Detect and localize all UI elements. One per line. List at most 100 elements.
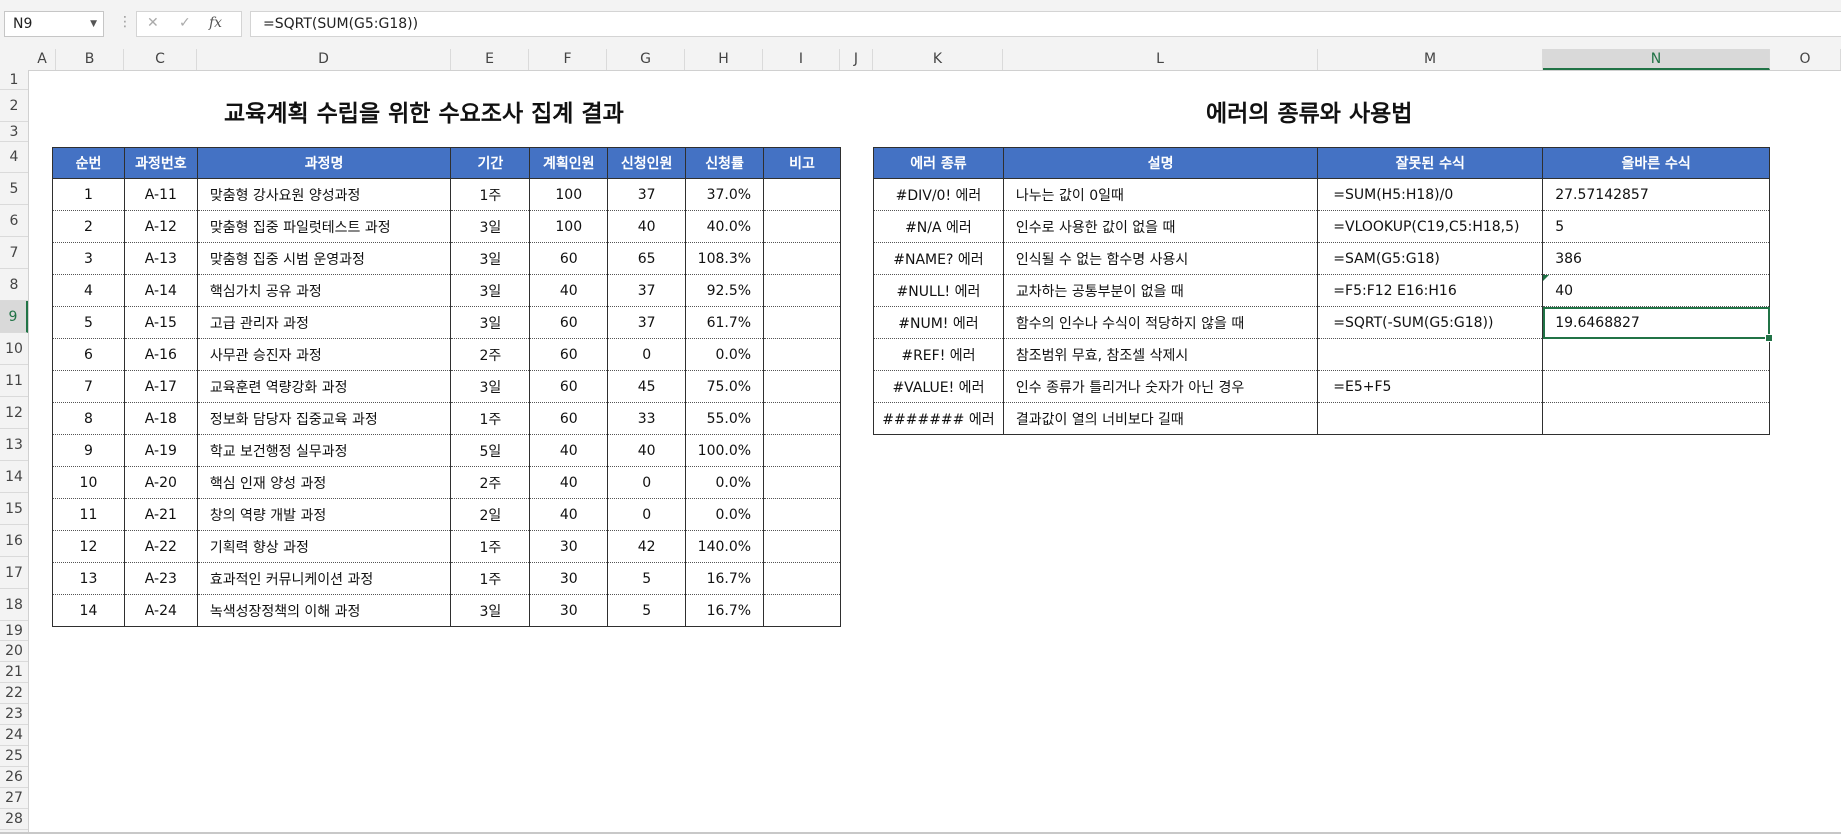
column-header-m[interactable]: M xyxy=(1318,49,1543,70)
column-header-b[interactable]: B xyxy=(56,49,124,70)
row-header-13[interactable]: 13 xyxy=(0,429,28,461)
table-cell[interactable]: =VLOOKUP(C19,C5:H18,5) xyxy=(1317,210,1544,243)
left-header-cell[interactable]: 과정번호 xyxy=(123,147,198,179)
column-header-i[interactable]: I xyxy=(763,49,840,70)
table-cell[interactable] xyxy=(1542,338,1770,371)
formula-input[interactable]: =SQRT(SUM(G5:G18)) xyxy=(250,11,1841,37)
table-cell[interactable]: 함수의 인수나 수식이 적당하지 않을 때 xyxy=(1002,306,1319,339)
table-cell[interactable] xyxy=(763,306,841,339)
table-cell[interactable]: 40 xyxy=(529,434,609,467)
active-cell[interactable]: 19.6468827 xyxy=(1542,306,1773,342)
column-header-a[interactable]: A xyxy=(29,49,56,70)
column-header-d[interactable]: D xyxy=(197,49,451,70)
column-header-g[interactable]: G xyxy=(607,49,685,70)
table-cell[interactable]: 12 xyxy=(52,530,125,563)
column-header-c[interactable]: C xyxy=(124,49,197,70)
row-header-18[interactable]: 18 xyxy=(0,589,28,621)
table-cell[interactable] xyxy=(763,210,841,243)
row-header-25[interactable]: 25 xyxy=(0,746,28,767)
table-cell[interactable]: 40 xyxy=(607,210,687,243)
table-cell[interactable]: A-14 xyxy=(123,274,198,307)
column-header-f[interactable]: F xyxy=(529,49,607,70)
table-cell[interactable]: 고급 관리자 과정 xyxy=(196,306,452,339)
table-cell[interactable]: 386 xyxy=(1542,242,1770,275)
row-header-17[interactable]: 17 xyxy=(0,557,28,589)
table-cell[interactable] xyxy=(763,434,841,467)
table-cell[interactable]: 2주 xyxy=(450,466,531,499)
table-cell[interactable]: 60 xyxy=(529,370,609,403)
table-cell[interactable]: #REF! 에러 xyxy=(873,338,1004,371)
column-header-j[interactable]: J xyxy=(840,49,873,70)
table-cell[interactable]: 16.7% xyxy=(685,562,765,595)
row-header-1[interactable]: 1 xyxy=(0,70,28,90)
table-cell[interactable]: 100 xyxy=(529,178,609,211)
table-cell[interactable]: 75.0% xyxy=(685,370,765,403)
table-cell[interactable]: 1주 xyxy=(450,402,531,435)
table-cell[interactable]: 4 xyxy=(52,274,125,307)
right-header-cell[interactable]: 올바른 수식 xyxy=(1542,147,1770,179)
row-header-24[interactable]: 24 xyxy=(0,725,28,746)
row-header-7[interactable]: 7 xyxy=(0,237,28,269)
table-cell[interactable]: 55.0% xyxy=(685,402,765,435)
table-cell[interactable]: 30 xyxy=(529,530,609,563)
table-cell[interactable]: A-11 xyxy=(123,178,198,211)
table-cell[interactable]: 65 xyxy=(607,242,687,275)
table-cell[interactable]: 사무관 승진자 과정 xyxy=(196,338,452,371)
left-header-cell[interactable]: 과정명 xyxy=(196,147,452,179)
more-options-icon[interactable]: ⋮ xyxy=(118,14,132,30)
row-header-20[interactable]: 20 xyxy=(0,641,28,662)
table-cell[interactable]: 0 xyxy=(607,466,687,499)
table-cell[interactable]: 30 xyxy=(529,562,609,595)
table-cell[interactable]: 42 xyxy=(607,530,687,563)
table-cell[interactable]: 40 xyxy=(529,466,609,499)
table-cell[interactable] xyxy=(1542,402,1770,435)
column-header-e[interactable]: E xyxy=(451,49,529,70)
table-cell[interactable]: 5 xyxy=(607,594,687,627)
table-cell[interactable]: 27.57142857 xyxy=(1542,178,1770,211)
table-cell[interactable]: 결과값이 열의 너비보다 길때 xyxy=(1002,402,1319,435)
table-cell[interactable]: 1 xyxy=(52,178,125,211)
table-cell[interactable]: =SUM(H5:H18)/0 xyxy=(1317,178,1544,211)
table-cell[interactable]: 2일 xyxy=(450,498,531,531)
fx-icon[interactable]: fx xyxy=(209,15,222,31)
table-cell[interactable]: 3일 xyxy=(450,242,531,275)
right-header-cell[interactable]: 설명 xyxy=(1002,147,1319,179)
table-cell[interactable]: 0.0% xyxy=(685,498,765,531)
table-cell[interactable]: #NUM! 에러 xyxy=(873,306,1004,339)
left-header-cell[interactable]: 신청인원 xyxy=(607,147,687,179)
table-cell[interactable] xyxy=(1317,402,1544,435)
table-cell[interactable]: 37 xyxy=(607,274,687,307)
table-cell[interactable]: 3일 xyxy=(450,370,531,403)
table-cell[interactable]: 92.5% xyxy=(685,274,765,307)
table-cell[interactable]: 45 xyxy=(607,370,687,403)
table-cell[interactable]: 60 xyxy=(529,338,609,371)
table-cell[interactable]: 핵심 인재 양성 과정 xyxy=(196,466,452,499)
table-cell[interactable]: 창의 역량 개발 과정 xyxy=(196,498,452,531)
left-header-cell[interactable]: 비고 xyxy=(763,147,841,179)
table-cell[interactable]: 37 xyxy=(607,306,687,339)
table-cell[interactable]: A-13 xyxy=(123,242,198,275)
table-cell[interactable]: A-22 xyxy=(123,530,198,563)
table-cell[interactable]: A-17 xyxy=(123,370,198,403)
left-header-cell[interactable]: 계획인원 xyxy=(529,147,609,179)
table-cell[interactable]: 기획력 향상 과정 xyxy=(196,530,452,563)
table-cell[interactable]: 맞춤형 집중 파일럿테스트 과정 xyxy=(196,210,452,243)
table-cell[interactable]: ####### 에러 xyxy=(873,402,1004,435)
row-header-21[interactable]: 21 xyxy=(0,662,28,683)
table-cell[interactable]: 3 xyxy=(52,242,125,275)
table-cell[interactable]: 인식될 수 없는 함수명 사용시 xyxy=(1002,242,1319,275)
table-cell[interactable]: 30 xyxy=(529,594,609,627)
table-cell[interactable]: 33 xyxy=(607,402,687,435)
left-header-cell[interactable]: 신청률 xyxy=(685,147,765,179)
table-cell[interactable]: 교육훈련 역량강화 과정 xyxy=(196,370,452,403)
table-cell[interactable]: 16.7% xyxy=(685,594,765,627)
table-cell[interactable]: 40 xyxy=(529,498,609,531)
table-cell[interactable]: 8 xyxy=(52,402,125,435)
table-cell[interactable]: 40 xyxy=(529,274,609,307)
table-cell[interactable]: 60 xyxy=(529,402,609,435)
table-cell[interactable]: 37.0% xyxy=(685,178,765,211)
table-cell[interactable]: 학교 보건행정 실무과정 xyxy=(196,434,452,467)
row-header-12[interactable]: 12 xyxy=(0,397,28,429)
table-cell[interactable] xyxy=(763,370,841,403)
table-cell[interactable]: #N/A 에러 xyxy=(873,210,1004,243)
